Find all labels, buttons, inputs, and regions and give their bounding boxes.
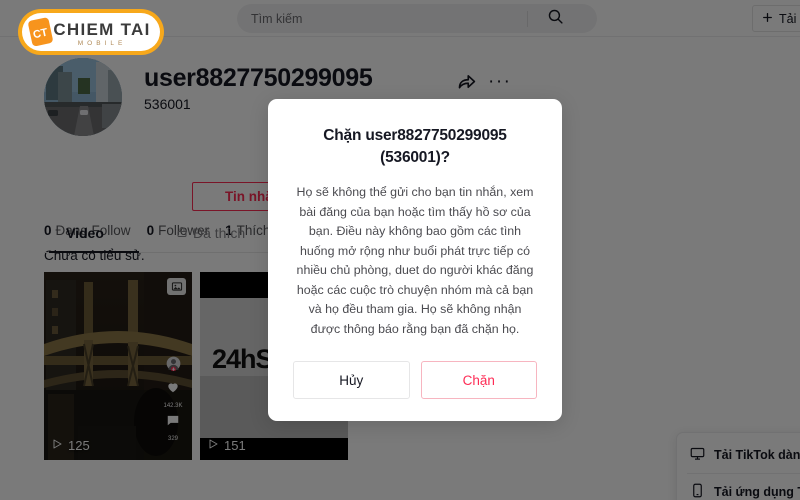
logo-name: CHIEM TAI xyxy=(53,20,150,39)
cancel-button[interactable]: Hủy xyxy=(293,361,410,399)
block-button[interactable]: Chặn xyxy=(420,361,537,399)
block-confirmation-modal: Chặn user8827750299095 (536001)? Họ sẽ k… xyxy=(268,99,562,421)
modal-actions: Hủy Chặn xyxy=(293,339,537,399)
modal-description: Họ sẽ không thể gửi cho bạn tin nhắn, xe… xyxy=(296,185,534,336)
screenshot-root: Tải xyxy=(0,0,800,500)
modal-title: Chặn user8827750299095 (536001)? xyxy=(323,127,507,166)
logo-subtitle: MOBILE xyxy=(78,40,127,47)
chiem-tai-logo: CT CHIEM TAI MOBILE xyxy=(18,9,164,60)
